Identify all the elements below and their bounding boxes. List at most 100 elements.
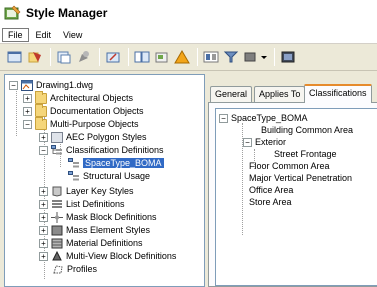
menu-edit[interactable]: Edit <box>31 29 57 41</box>
menu-bar: File Edit View <box>0 26 377 44</box>
collapse-toggle[interactable]: − <box>243 137 252 147</box>
warning-icon[interactable] <box>173 48 191 66</box>
tree-item-multi-view-block-definitions[interactable]: + Multi-View Block Definitions <box>39 250 176 262</box>
paste-icon[interactable] <box>55 48 73 66</box>
expand-toggle[interactable]: + <box>39 212 48 222</box>
classification-item-building-common-area[interactable]: Building Common Area <box>261 124 353 136</box>
tree-item-aec-polygon-styles[interactable]: + AEC Polygon Styles <box>39 131 147 143</box>
tree-item-label: Profiles <box>67 264 98 274</box>
menu-file[interactable]: File <box>2 27 29 42</box>
folder-icon <box>35 103 47 117</box>
expand-toggle[interactable]: + <box>23 106 32 116</box>
tree-item-list-definitions[interactable]: + List Definitions <box>39 198 125 210</box>
tree-item-label: Structural Usage <box>83 171 151 181</box>
folder-open-icon <box>35 116 47 130</box>
drawing-file-icon <box>21 79 33 91</box>
tree-item-label: Classification Definitions <box>66 145 164 155</box>
copy-icon[interactable] <box>26 48 44 66</box>
tree-item-label: List Definitions <box>66 199 125 209</box>
expand-toggle[interactable]: + <box>39 251 48 261</box>
material-icon <box>51 238 63 249</box>
classification-item-label: Store Area <box>249 197 292 207</box>
expand-toggle[interactable]: + <box>23 93 32 103</box>
classification-item-label: Building Common Area <box>261 125 354 135</box>
menu-view[interactable]: View <box>58 29 87 41</box>
tree-item-multi-purpose-objects[interactable]: − Multi-Purpose Objects <box>23 116 139 130</box>
tree-item-label: Mask Block Definitions <box>66 212 157 222</box>
classification-item-store-area[interactable]: Store Area <box>249 196 292 208</box>
dropdown-icon[interactable] <box>260 48 268 66</box>
tree-root-label: Drawing1.dwg <box>36 80 94 90</box>
tab-applies-to[interactable]: Applies To <box>254 86 306 102</box>
classification-item-label: Floor Common Area <box>249 161 330 171</box>
list-icon <box>51 199 63 210</box>
tree-item-label-selected: SpaceType_BOMA <box>83 158 164 168</box>
tree-item-structural-usage[interactable]: Structural Usage <box>68 170 150 182</box>
classification-item-label: Major Vertical Penetration <box>249 173 353 183</box>
collapse-toggle[interactable]: − <box>39 145 48 155</box>
classification-item-exterior[interactable]: − Exterior <box>243 136 286 148</box>
expand-toggle[interactable]: + <box>39 225 48 235</box>
multi-view-block-icon <box>51 250 63 262</box>
color-icon[interactable] <box>242 48 258 66</box>
classification-item-floor-common-area[interactable]: Floor Common Area <box>249 160 330 172</box>
classification-definition-icon <box>68 170 80 182</box>
tree-line <box>16 91 17 136</box>
purge-icon[interactable] <box>104 48 122 66</box>
classification-tree[interactable]: − SpaceType_BOMA Building Common Area − … <box>215 108 377 286</box>
edit-style-icon[interactable] <box>75 48 93 66</box>
tab-general[interactable]: General <box>210 86 253 102</box>
tree-item-label: Mass Element Styles <box>66 225 151 235</box>
classification-item-label: Street Frontage <box>274 149 337 159</box>
tree-item-spacetype-boma[interactable]: SpaceType_BOMA <box>68 157 164 169</box>
copy-style-icon[interactable] <box>153 48 171 66</box>
toolbar-separator <box>128 48 129 66</box>
expand-toggle[interactable]: + <box>39 238 48 248</box>
tree-item-documentation-objects[interactable]: + Documentation Objects <box>23 103 144 117</box>
title-bar[interactable]: Style Manager <box>0 0 377 26</box>
classification-root[interactable]: − SpaceType_BOMA <box>219 112 308 124</box>
classification-item-label: Exterior <box>255 137 287 147</box>
tree-item-label: Multi-Purpose Objects <box>50 119 139 129</box>
tree-root-drawing[interactable]: − Drawing1.dwg <box>9 79 93 91</box>
style-manager-icon <box>4 5 22 21</box>
tree-item-mask-block-definitions[interactable]: + Mask Block Definitions <box>39 211 157 223</box>
inline-edit-icon[interactable] <box>202 48 220 66</box>
layer-key-icon <box>51 186 63 197</box>
tree-item-profiles[interactable]: Profiles <box>52 263 97 275</box>
classification-item-major-vertical-penetration[interactable]: Major Vertical Penetration <box>249 172 352 184</box>
collapse-toggle[interactable]: − <box>23 119 32 129</box>
tree-item-classification-definitions[interactable]: − Classification Definitions <box>39 144 164 156</box>
tree-item-mass-element-styles[interactable]: + Mass Element Styles <box>39 224 150 236</box>
style-tree[interactable]: − Drawing1.dwg + Architectural Objects +… <box>4 74 205 287</box>
expand-toggle[interactable]: + <box>39 199 48 209</box>
classification-item-office-area[interactable]: Office Area <box>249 184 293 196</box>
collapse-toggle[interactable]: − <box>219 113 228 123</box>
style-manager-window: Style Manager File Edit View − Drawing1.… <box>0 0 377 287</box>
classification-root-label: SpaceType_BOMA <box>231 113 308 123</box>
tree-item-architectural-objects[interactable]: + Architectural Objects <box>23 90 134 104</box>
classification-item-street-frontage[interactable]: Street Frontage <box>274 148 337 160</box>
mask-block-icon <box>51 211 63 223</box>
profile-icon <box>52 264 64 275</box>
toggle-view-icon[interactable] <box>133 48 151 66</box>
display-icon[interactable] <box>279 48 297 66</box>
tab-classifications[interactable]: Classifications <box>304 84 372 103</box>
properties-panel: General Applies To Classifications − Spa… <box>208 74 377 287</box>
window-title: Style Manager <box>26 6 108 20</box>
expand-toggle[interactable]: + <box>39 186 48 196</box>
tree-item-material-definitions[interactable]: + Material Definitions <box>39 237 143 249</box>
tree-item-label: Architectural Objects <box>50 93 134 103</box>
classification-definition-icon <box>68 157 80 169</box>
toolbar-separator <box>99 48 100 66</box>
toolbar <box>0 44 377 71</box>
expand-toggle[interactable]: + <box>39 132 48 142</box>
tree-item-layer-key-styles[interactable]: + Layer Key Styles <box>39 185 134 197</box>
open-drawing-icon[interactable] <box>6 48 24 66</box>
tree-item-label: AEC Polygon Styles <box>66 132 147 142</box>
tree-item-label: Layer Key Styles <box>66 186 134 196</box>
filter-icon[interactable] <box>222 48 240 66</box>
tree-item-label: Material Definitions <box>66 238 143 248</box>
classification-item-label: Office Area <box>249 185 294 195</box>
collapse-toggle[interactable]: − <box>9 80 18 90</box>
